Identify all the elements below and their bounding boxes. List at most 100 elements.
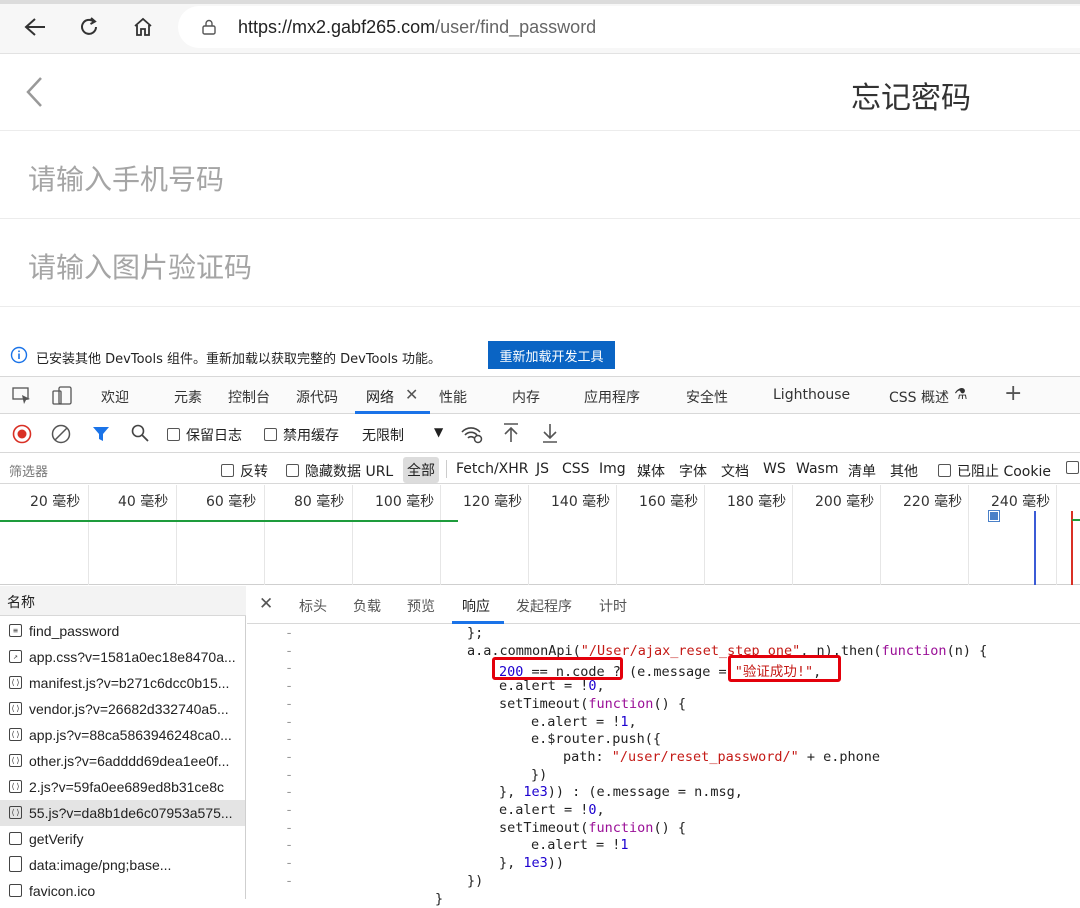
response-code-view[interactable]: -}; -a.a.commonApi("/User/ajax_reset_ste…: [247, 625, 1080, 899]
filter-type-doc[interactable]: 文档: [721, 461, 749, 481]
filter-type-font[interactable]: 字体: [679, 461, 707, 481]
timeline-gridline: [352, 485, 353, 585]
import-har-icon[interactable]: [502, 422, 520, 448]
tab-payload[interactable]: 负载: [353, 596, 381, 616]
checkbox-icon[interactable]: [286, 464, 299, 477]
tab-sources[interactable]: 源代码: [296, 387, 338, 407]
tab-welcome[interactable]: 欢迎: [101, 387, 129, 407]
filter-type-ws[interactable]: WS: [763, 461, 786, 477]
tab-application[interactable]: 应用程序: [584, 387, 640, 407]
network-filter-bar: 筛选器 反转 隐藏数据 URL 全部 Fetch/XHR JS CSS Img …: [0, 454, 1080, 484]
overflow-checkbox[interactable]: [1066, 461, 1080, 477]
request-name: 2.js?v=59fa0ee689ed8b31ce8c: [29, 779, 224, 795]
address-bar[interactable]: https://mx2.gabf265.com/user/find_passwo…: [178, 6, 1080, 48]
export-har-icon[interactable]: [541, 422, 559, 448]
preserve-log-checkbox[interactable]: 保留日志: [167, 425, 242, 445]
script-icon: ⟨⟩: [9, 754, 22, 767]
timeline-tick-label: 100 毫秒: [375, 491, 434, 511]
timeline-tick-label: 200 毫秒: [815, 491, 874, 511]
network-conditions-icon[interactable]: [460, 424, 484, 448]
reload-devtools-button[interactable]: 重新加载开发工具: [488, 341, 615, 369]
code-line: }: [247, 891, 1080, 908]
lock-icon[interactable]: [202, 19, 216, 35]
tab-lighthouse[interactable]: Lighthouse: [773, 387, 850, 403]
request-row[interactable]: favicon.ico: [0, 878, 245, 904]
tab-headers[interactable]: 标头: [299, 596, 327, 616]
filter-type-manifest[interactable]: 清单: [848, 461, 876, 481]
active-tab-indicator: [355, 411, 430, 414]
phone-field[interactable]: 请输入手机号码: [0, 131, 1080, 219]
tab-console[interactable]: 控制台: [228, 387, 270, 407]
code-line: -a.a.commonApi("/User/ajax_reset_step_on…: [247, 643, 1080, 661]
script-icon: ⟨⟩: [9, 806, 22, 819]
search-icon[interactable]: [131, 424, 149, 446]
request-row[interactable]: ⟨⟩2.js?v=59fa0ee689ed8b31ce8c: [0, 774, 245, 800]
filter-type-js[interactable]: JS: [536, 461, 549, 477]
highlight-box-success-message: [728, 655, 841, 682]
tab-response[interactable]: 响应: [462, 596, 490, 616]
hide-data-urls-label: 隐藏数据 URL: [305, 464, 393, 480]
filter-type-other[interactable]: 其他: [890, 461, 918, 481]
filter-type-css[interactable]: CSS: [562, 461, 590, 477]
request-row[interactable]: ⟨⟩manifest.js?v=b271c6dcc0b15...: [0, 670, 245, 696]
close-tab-icon[interactable]: ✕: [405, 385, 418, 404]
blocked-cookies-checkbox[interactable]: 已阻止 Cookie: [938, 461, 1051, 481]
tab-css-overview[interactable]: CSS 概述: [889, 387, 949, 407]
close-detail-icon[interactable]: ✕: [259, 594, 273, 614]
filter-icon[interactable]: [92, 425, 110, 447]
back-arrow-icon[interactable]: [20, 12, 50, 42]
tab-timing[interactable]: 计时: [599, 596, 627, 616]
name-column-header[interactable]: 名称: [0, 586, 246, 616]
checkbox-icon[interactable]: [264, 428, 277, 441]
record-icon[interactable]: [12, 424, 32, 448]
invert-checkbox[interactable]: 反转: [221, 461, 268, 481]
script-icon: ⟨⟩: [9, 702, 22, 715]
filter-type-img[interactable]: Img: [599, 461, 626, 477]
request-row[interactable]: ⟨⟩vendor.js?v=26682d332740a5...: [0, 696, 245, 722]
request-row-selected[interactable]: ⟨⟩55.js?v=da8b1de6c07953a575...: [0, 800, 245, 826]
filter-type-media[interactable]: 媒体: [637, 461, 665, 481]
tab-memory[interactable]: 内存: [512, 387, 540, 407]
checkbox-icon[interactable]: [938, 464, 951, 477]
script-icon: ⟨⟩: [9, 728, 22, 741]
filter-type-wasm[interactable]: Wasm: [796, 461, 838, 477]
request-row[interactable]: ≡find_password: [0, 618, 245, 644]
filter-input[interactable]: 筛选器: [9, 461, 48, 480]
captcha-input-placeholder[interactable]: 请输入图片验证码: [28, 246, 252, 286]
captcha-field[interactable]: 请输入图片验证码: [0, 219, 1080, 307]
request-row[interactable]: ⟨⟩app.js?v=88ca5863946248ca0...: [0, 722, 245, 748]
phone-input-placeholder[interactable]: 请输入手机号码: [28, 158, 224, 198]
checkbox-icon[interactable]: [221, 464, 234, 477]
inspect-element-icon[interactable]: [12, 387, 32, 409]
request-row[interactable]: getVerify: [0, 826, 245, 852]
home-icon[interactable]: [128, 12, 158, 42]
tab-network[interactable]: 网络: [366, 387, 394, 407]
tab-security[interactable]: 安全性: [686, 387, 728, 407]
request-row[interactable]: ↗app.css?v=1581a0ec18e8470a...: [0, 644, 245, 670]
filter-type-fetch-xhr[interactable]: Fetch/XHR: [456, 461, 529, 477]
request-name: favicon.ico: [29, 883, 95, 899]
device-toolbar-icon[interactable]: [52, 386, 72, 410]
hide-data-urls-checkbox[interactable]: 隐藏数据 URL: [286, 461, 393, 481]
timeline-gridline: [968, 485, 969, 585]
code-line: -}): [247, 873, 1080, 891]
throttling-select[interactable]: 无限制: [362, 425, 404, 445]
tab-elements[interactable]: 元素: [174, 387, 202, 407]
request-row[interactable]: ⟨⟩other.js?v=6adddd69dea1ee0f...: [0, 748, 245, 774]
filter-type-all[interactable]: 全部: [403, 457, 439, 483]
refresh-icon[interactable]: [74, 12, 104, 42]
dropdown-arrow-icon[interactable]: ▼: [434, 425, 443, 439]
checkbox-icon[interactable]: [1066, 461, 1079, 474]
timeline-gridline: [880, 485, 881, 585]
timeline-tick-label: 180 毫秒: [727, 491, 786, 511]
request-row[interactable]: data:image/png;base...: [0, 852, 245, 878]
more-tabs-plus-icon[interactable]: +: [1004, 381, 1022, 406]
tab-preview[interactable]: 预览: [407, 596, 435, 616]
tab-initiator[interactable]: 发起程序: [516, 596, 572, 616]
disable-cache-checkbox[interactable]: 禁用缓存: [264, 425, 339, 445]
back-chevron-icon[interactable]: [24, 75, 44, 114]
tab-performance[interactable]: 性能: [439, 387, 467, 407]
checkbox-icon[interactable]: [167, 428, 180, 441]
clear-icon[interactable]: [51, 424, 71, 448]
info-icon: [10, 346, 28, 368]
